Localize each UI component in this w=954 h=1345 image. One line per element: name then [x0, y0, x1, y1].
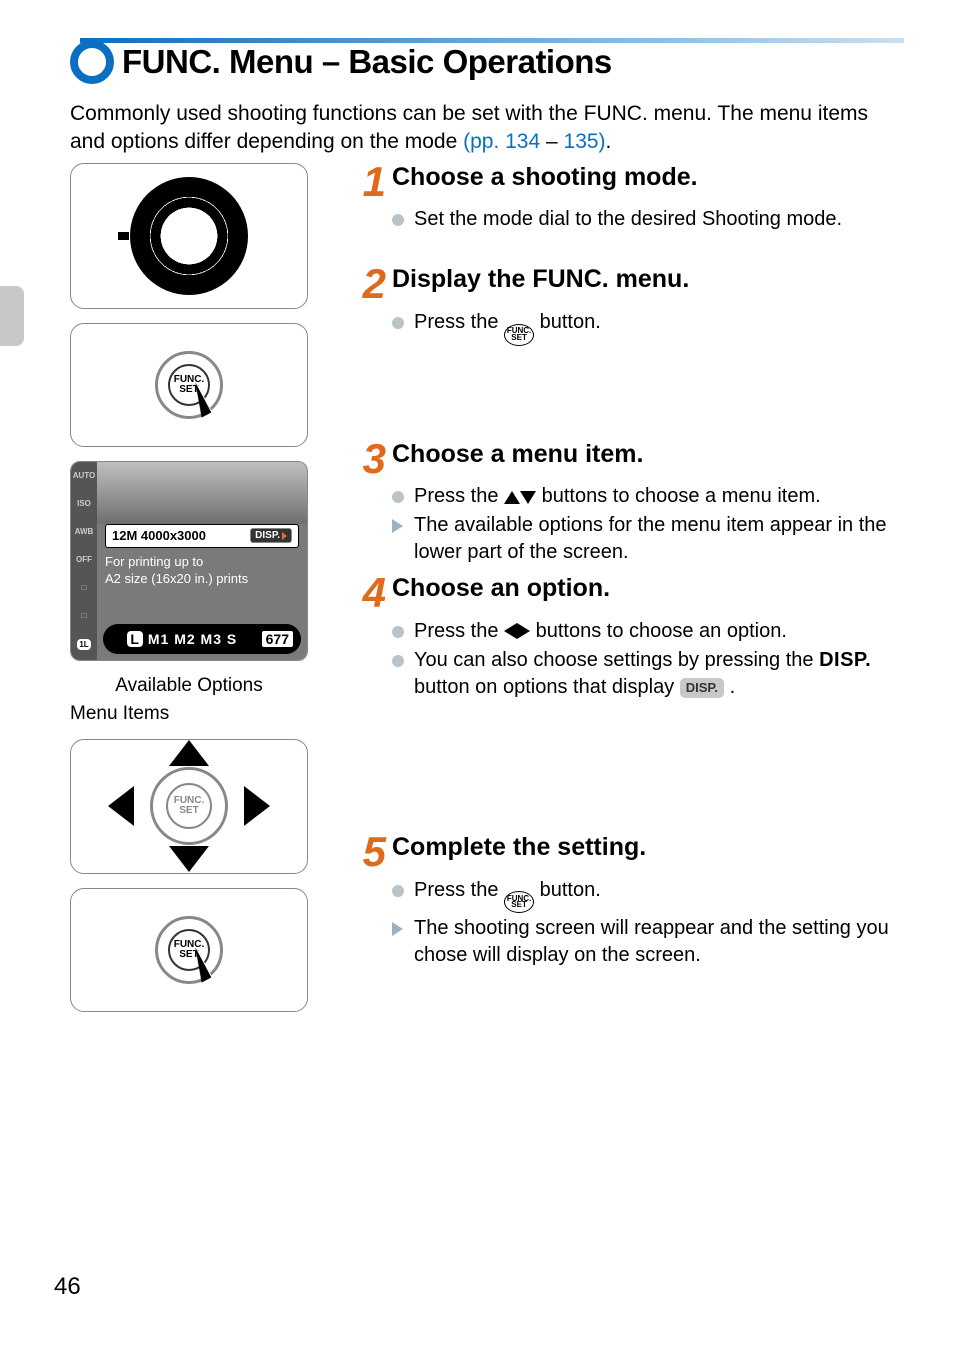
step-5-bullet-1: Press the FUNC.SET button.	[392, 877, 904, 913]
page-ref-link-2[interactable]: 135)	[564, 130, 606, 153]
step-3-bullet-1: Press the buttons to choose a menu item.	[392, 483, 904, 510]
caption-menu-items: Menu Items	[70, 703, 332, 725]
func-button-illustration-2: FUNC.SET	[70, 888, 308, 1012]
caption-available-options: Available Options	[70, 675, 308, 697]
sb-i: □	[82, 583, 87, 592]
sb-i-sel: 1L	[77, 639, 90, 650]
page-title: FUNC. Menu – Basic Operations	[122, 43, 612, 81]
step-5-bullet-2: The shooting screen will reappear and th…	[392, 915, 904, 969]
screen-resolution-box: 12M 4000x3000 DISP.	[105, 524, 299, 548]
disp-chip-icon: DISP.	[680, 678, 724, 698]
thumb-tab	[0, 286, 24, 346]
f-b: SET	[179, 806, 198, 816]
t: buttons to choose an option.	[530, 620, 787, 642]
step-3-bullet-2: The available options for the menu item …	[392, 512, 904, 566]
lcd-screen-illustration: AUTO ISO AWB OFF □ □ 1L 12M 4000x3000 DI…	[70, 461, 308, 661]
step-4-bullet-1: Press the buttons to choose an option.	[392, 618, 904, 645]
period: .	[606, 130, 612, 153]
screen-sidebar: AUTO ISO AWB OFF □ □ 1L	[71, 462, 97, 660]
func-set-icon-2: FUNC.SET	[504, 891, 534, 913]
step-title-2: Display the FUNC. menu.	[392, 265, 689, 294]
dash: –	[540, 130, 563, 153]
left-column: FUNC.SET AUTO ISO AWB OFF □ □ 1L 12M 400…	[70, 163, 332, 1026]
page-number: 46	[54, 1273, 81, 1301]
screen-message: For printing up to A2 size (16x20 in.) p…	[105, 554, 299, 588]
t: You can also choose settings by pressing…	[414, 649, 819, 671]
step-number-4: 4	[358, 574, 386, 612]
screen-photo-area	[97, 462, 307, 524]
step-number-2: 2	[358, 265, 386, 303]
func-button-illustration: FUNC.SET	[70, 323, 308, 447]
t: button on options that display	[414, 676, 680, 698]
step-title-3: Choose a menu item.	[392, 440, 643, 469]
left-arrow-icon	[504, 623, 517, 639]
up-arrow-icon	[504, 491, 520, 504]
step-2-bullet: Press the FUNC.SET button.	[392, 309, 904, 345]
down-arrow-icon	[520, 491, 536, 504]
right-arrow-icon	[517, 623, 530, 639]
func-control-icon: FUNC.SET	[135, 340, 243, 430]
disp-pill: DISP.	[250, 528, 292, 543]
mode-dial-illustration	[70, 163, 308, 309]
t: buttons to choose a menu item.	[536, 485, 821, 507]
t: button.	[534, 879, 601, 901]
title-bullet-icon	[70, 40, 114, 84]
sb-i: ISO	[77, 499, 91, 508]
shots-remaining: 677	[262, 631, 293, 647]
step-title-4: Choose an option.	[392, 574, 610, 603]
disp-text-icon: DISP.	[819, 649, 871, 671]
page-ref-link[interactable]: (pp. 134	[463, 130, 540, 153]
step-number-3: 3	[358, 440, 386, 478]
sb-i: □	[82, 611, 87, 620]
t: Press the	[414, 485, 504, 507]
step-number-1: 1	[358, 163, 386, 201]
t: .	[724, 676, 735, 698]
dpad-illustration: FUNC.SET	[70, 739, 308, 874]
screen-res: 12M 4000x3000	[112, 528, 206, 543]
t: Press the	[414, 879, 504, 901]
step-number-5: 5	[358, 833, 386, 871]
dpad-icon: FUNC.SET	[114, 746, 264, 866]
t: Press the	[414, 620, 504, 642]
sb-i: OFF	[76, 555, 92, 564]
step-1-bullet: Set the mode dial to the desired Shootin…	[392, 206, 904, 233]
sb-i: AUTO	[73, 471, 96, 480]
step-title-5: Complete the setting.	[392, 833, 646, 862]
option-strip: L M1 M2 M3 S 677	[103, 624, 301, 654]
sb-i: AWB	[75, 527, 94, 536]
title-row: FUNC. Menu – Basic Operations	[70, 40, 904, 84]
mode-dial-icon	[130, 177, 248, 295]
screen-msg-1: For printing up to	[105, 554, 299, 571]
intro-paragraph: Commonly used shooting functions can be …	[70, 100, 904, 157]
func-set-icon: FUNC.SET	[504, 324, 534, 346]
strip-l: L	[127, 631, 143, 647]
t: Press the	[414, 311, 504, 333]
t: button.	[534, 311, 601, 333]
strip-rest: M1 M2 M3 S	[148, 631, 237, 647]
step-title-1: Choose a shooting mode.	[392, 163, 698, 192]
screen-msg-2: A2 size (16x20 in.) prints	[105, 571, 299, 588]
func-control-icon-2: FUNC.SET	[135, 905, 243, 995]
right-column: 1 Choose a shooting mode. Set the mode d…	[358, 163, 904, 1026]
step-4-bullet-2: You can also choose settings by pressing…	[392, 647, 904, 701]
